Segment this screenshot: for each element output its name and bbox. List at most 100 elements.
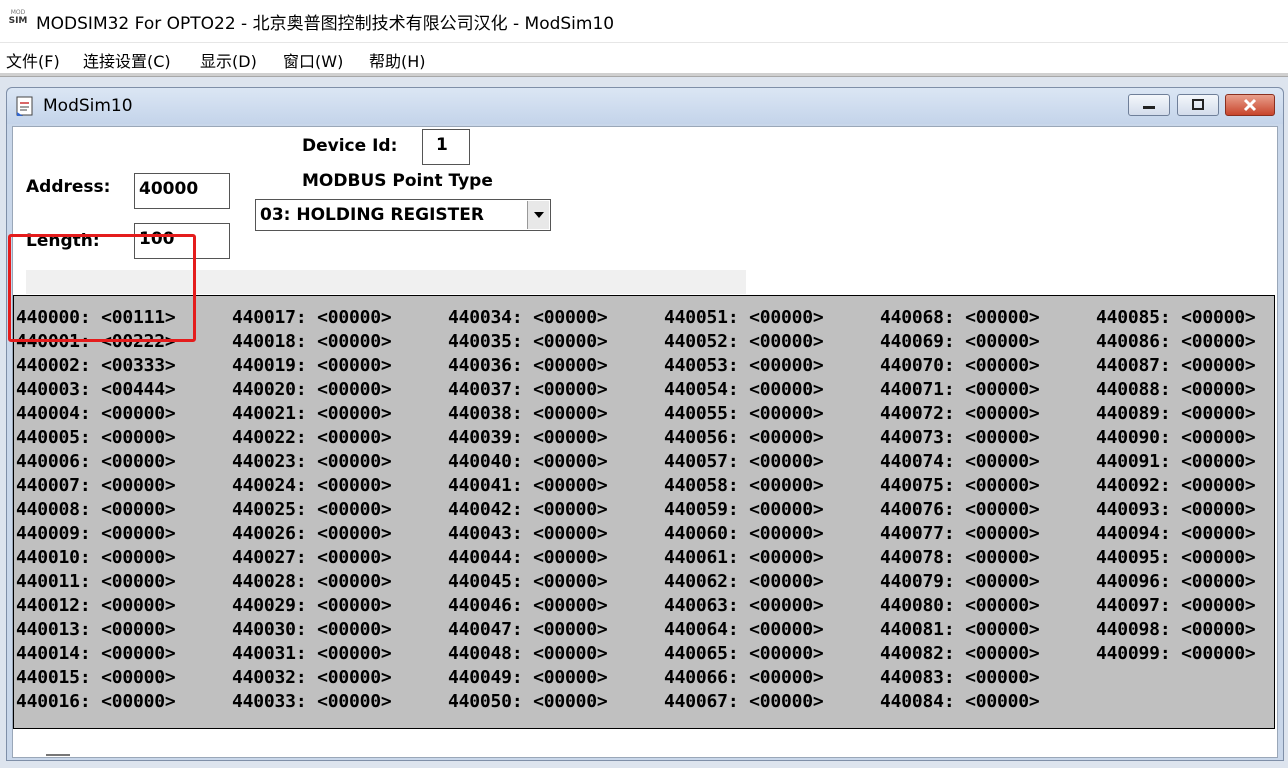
register-40056[interactable]: 440056: <00000> <box>664 426 824 450</box>
register-40041[interactable]: 440041: <00000> <box>448 474 608 498</box>
register-40034[interactable]: 440034: <00000> <box>448 306 608 330</box>
register-40044[interactable]: 440044: <00000> <box>448 546 608 570</box>
register-40090[interactable]: 440090: <00000> <box>1096 426 1256 450</box>
register-40077[interactable]: 440077: <00000> <box>880 522 1040 546</box>
register-40019[interactable]: 440019: <00000> <box>232 354 392 378</box>
register-40083[interactable]: 440083: <00000> <box>880 666 1040 690</box>
register-40092[interactable]: 440092: <00000> <box>1096 474 1256 498</box>
register-40048[interactable]: 440048: <00000> <box>448 642 608 666</box>
register-40052[interactable]: 440052: <00000> <box>664 330 824 354</box>
register-40085[interactable]: 440085: <00000> <box>1096 306 1256 330</box>
menu-window[interactable]: 窗口(W) <box>283 48 343 72</box>
register-40032[interactable]: 440032: <00000> <box>232 666 392 690</box>
register-40099[interactable]: 440099: <00000> <box>1096 642 1256 666</box>
register-40015[interactable]: 440015: <00000> <box>16 666 176 690</box>
register-40043[interactable]: 440043: <00000> <box>448 522 608 546</box>
register-40089[interactable]: 440089: <00000> <box>1096 402 1256 426</box>
register-40051[interactable]: 440051: <00000> <box>664 306 824 330</box>
register-40071[interactable]: 440071: <00000> <box>880 378 1040 402</box>
register-40074[interactable]: 440074: <00000> <box>880 450 1040 474</box>
register-40084[interactable]: 440084: <00000> <box>880 690 1040 714</box>
register-40075[interactable]: 440075: <00000> <box>880 474 1040 498</box>
minimize-button[interactable] <box>1128 94 1170 116</box>
register-40068[interactable]: 440068: <00000> <box>880 306 1040 330</box>
register-40020[interactable]: 440020: <00000> <box>232 378 392 402</box>
register-40058[interactable]: 440058: <00000> <box>664 474 824 498</box>
register-40050[interactable]: 440050: <00000> <box>448 690 608 714</box>
scroll-indicator[interactable] <box>46 754 70 756</box>
register-40047[interactable]: 440047: <00000> <box>448 618 608 642</box>
register-40003[interactable]: 440003: <00444> <box>16 378 176 402</box>
register-40069[interactable]: 440069: <00000> <box>880 330 1040 354</box>
point-type-select[interactable]: 03: HOLDING REGISTER <box>255 199 551 231</box>
register-40022[interactable]: 440022: <00000> <box>232 426 392 450</box>
register-40086[interactable]: 440086: <00000> <box>1096 330 1256 354</box>
register-40002[interactable]: 440002: <00333> <box>16 354 176 378</box>
register-40029[interactable]: 440029: <00000> <box>232 594 392 618</box>
register-40066[interactable]: 440066: <00000> <box>664 666 824 690</box>
register-40033[interactable]: 440033: <00000> <box>232 690 392 714</box>
register-40031[interactable]: 440031: <00000> <box>232 642 392 666</box>
register-40073[interactable]: 440073: <00000> <box>880 426 1040 450</box>
register-40039[interactable]: 440039: <00000> <box>448 426 608 450</box>
maximize-button[interactable] <box>1177 94 1219 116</box>
menu-help[interactable]: 帮助(H) <box>369 48 426 72</box>
device-id-field[interactable]: 1 <box>422 129 470 165</box>
register-40080[interactable]: 440080: <00000> <box>880 594 1040 618</box>
register-40026[interactable]: 440026: <00000> <box>232 522 392 546</box>
register-40007[interactable]: 440007: <00000> <box>16 474 176 498</box>
register-40087[interactable]: 440087: <00000> <box>1096 354 1256 378</box>
dropdown-button[interactable] <box>527 201 549 229</box>
menu-display[interactable]: 显示(D) <box>200 48 257 72</box>
register-40093[interactable]: 440093: <00000> <box>1096 498 1256 522</box>
register-40006[interactable]: 440006: <00000> <box>16 450 176 474</box>
register-40082[interactable]: 440082: <00000> <box>880 642 1040 666</box>
register-40008[interactable]: 440008: <00000> <box>16 498 176 522</box>
register-40094[interactable]: 440094: <00000> <box>1096 522 1256 546</box>
register-40059[interactable]: 440059: <00000> <box>664 498 824 522</box>
register-40081[interactable]: 440081: <00000> <box>880 618 1040 642</box>
register-40040[interactable]: 440040: <00000> <box>448 450 608 474</box>
register-40072[interactable]: 440072: <00000> <box>880 402 1040 426</box>
register-40049[interactable]: 440049: <00000> <box>448 666 608 690</box>
register-40095[interactable]: 440095: <00000> <box>1096 546 1256 570</box>
register-40098[interactable]: 440098: <00000> <box>1096 618 1256 642</box>
register-40012[interactable]: 440012: <00000> <box>16 594 176 618</box>
register-40053[interactable]: 440053: <00000> <box>664 354 824 378</box>
register-40010[interactable]: 440010: <00000> <box>16 546 176 570</box>
register-40028[interactable]: 440028: <00000> <box>232 570 392 594</box>
register-40088[interactable]: 440088: <00000> <box>1096 378 1256 402</box>
register-40046[interactable]: 440046: <00000> <box>448 594 608 618</box>
register-40024[interactable]: 440024: <00000> <box>232 474 392 498</box>
register-40042[interactable]: 440042: <00000> <box>448 498 608 522</box>
register-40045[interactable]: 440045: <00000> <box>448 570 608 594</box>
register-40009[interactable]: 440009: <00000> <box>16 522 176 546</box>
register-40021[interactable]: 440021: <00000> <box>232 402 392 426</box>
register-40057[interactable]: 440057: <00000> <box>664 450 824 474</box>
register-40016[interactable]: 440016: <00000> <box>16 690 176 714</box>
menu-file[interactable]: 文件(F) <box>6 48 60 72</box>
register-40067[interactable]: 440067: <00000> <box>664 690 824 714</box>
register-40065[interactable]: 440065: <00000> <box>664 642 824 666</box>
register-40011[interactable]: 440011: <00000> <box>16 570 176 594</box>
register-40014[interactable]: 440014: <00000> <box>16 642 176 666</box>
register-40036[interactable]: 440036: <00000> <box>448 354 608 378</box>
register-40096[interactable]: 440096: <00000> <box>1096 570 1256 594</box>
register-40076[interactable]: 440076: <00000> <box>880 498 1040 522</box>
register-40054[interactable]: 440054: <00000> <box>664 378 824 402</box>
register-40062[interactable]: 440062: <00000> <box>664 570 824 594</box>
register-40037[interactable]: 440037: <00000> <box>448 378 608 402</box>
register-40097[interactable]: 440097: <00000> <box>1096 594 1256 618</box>
register-40055[interactable]: 440055: <00000> <box>664 402 824 426</box>
register-40063[interactable]: 440063: <00000> <box>664 594 824 618</box>
register-40025[interactable]: 440025: <00000> <box>232 498 392 522</box>
register-40091[interactable]: 440091: <00000> <box>1096 450 1256 474</box>
register-40079[interactable]: 440079: <00000> <box>880 570 1040 594</box>
register-40070[interactable]: 440070: <00000> <box>880 354 1040 378</box>
register-40035[interactable]: 440035: <00000> <box>448 330 608 354</box>
child-title-bar[interactable]: ModSim10 <box>7 88 1283 124</box>
menu-connection-settings[interactable]: 连接设置(C) <box>83 48 171 72</box>
register-40060[interactable]: 440060: <00000> <box>664 522 824 546</box>
register-40038[interactable]: 440038: <00000> <box>448 402 608 426</box>
register-40078[interactable]: 440078: <00000> <box>880 546 1040 570</box>
